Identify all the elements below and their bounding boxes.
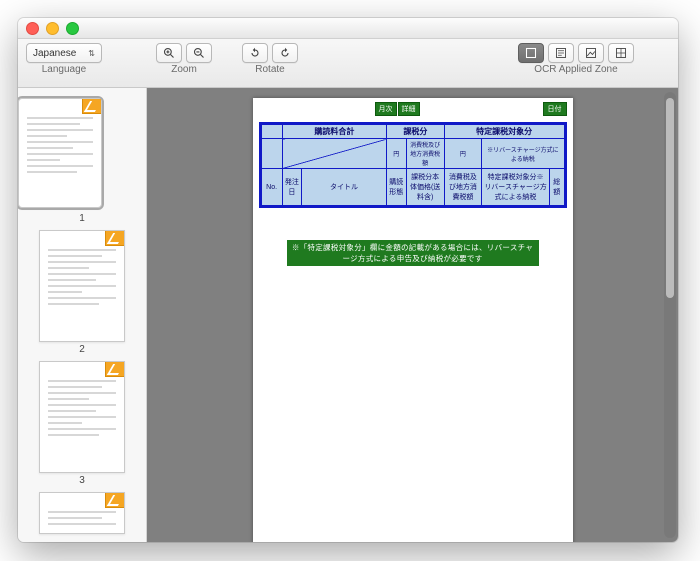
hdr-special: 特定課税対象分 <box>444 125 564 139</box>
doc-table: 購読料合計 課税分 特定課税対象分 円 消費税及び地方消費税額 円 ※リバースチ… <box>259 122 567 208</box>
language-value: Japanese <box>33 48 76 59</box>
ocr-zone-group: OCR Applied Zone <box>518 43 634 75</box>
thumbnail-2-label: 2 <box>18 344 146 355</box>
doc-stamp: 日付 <box>543 102 567 116</box>
chevron-updown-icon: ⇅ <box>88 49 95 58</box>
vertical-scrollbar[interactable] <box>664 92 676 538</box>
col-total: 総額 <box>549 169 564 206</box>
scroll-knob[interactable] <box>666 98 674 298</box>
rotate-cw-icon <box>279 47 291 59</box>
doc-tab-2: 詳細 <box>398 102 420 116</box>
document-page: 月次 詳細 日付 購読料合計 課税分 特定課税対象分 <box>253 98 573 542</box>
ocr-zone-1-button[interactable] <box>518 43 544 63</box>
rotate-caption: Rotate <box>255 64 284 75</box>
zoom-in-icon <box>163 47 175 59</box>
rotate-cw-button[interactable] <box>272 43 298 63</box>
thumbnail-4[interactable] <box>39 492 125 534</box>
edit-badge-icon <box>105 362 124 377</box>
body: 1 2 3 <box>18 88 678 542</box>
ocr-zone-4-button[interactable] <box>608 43 634 63</box>
ocr-caption: OCR Applied Zone <box>534 64 617 75</box>
col-title: タイトル <box>302 169 387 206</box>
col-special: 特定課税対象分※リバースチャージ方式による納税 <box>482 169 550 206</box>
hdr-total: 購読料合計 <box>282 125 386 139</box>
zone-all-icon <box>525 47 537 59</box>
language-caption: Language <box>42 64 87 75</box>
doc-footer-note: ※「特定課税対象分」欄に金額の記載がある場合には、リバースチャージ方式による申告… <box>287 240 539 266</box>
zoom-in-button[interactable] <box>156 43 182 63</box>
titlebar <box>18 18 678 39</box>
edit-badge-icon <box>82 99 101 114</box>
rotate-ccw-button[interactable] <box>242 43 268 63</box>
thumb-preview <box>48 249 116 309</box>
thumbnail-2[interactable] <box>39 230 125 342</box>
edit-badge-icon <box>105 493 124 508</box>
thumb-preview <box>48 380 116 440</box>
col-type: 購読形態 <box>386 169 406 206</box>
page-viewer[interactable]: 月次 詳細 日付 購読料合計 課税分 特定課税対象分 <box>147 88 678 542</box>
zone-text-icon <box>555 47 567 59</box>
rotate-ccw-icon <box>249 47 261 59</box>
ocr-zone-2-button[interactable] <box>548 43 574 63</box>
col-tax: 消費税及び地方消費税額 <box>444 169 481 206</box>
thumbnail-3[interactable] <box>39 361 125 473</box>
doc-tab-1: 月次 <box>375 102 397 116</box>
col-price: 課税分本体価格(送料含) <box>406 169 444 206</box>
close-icon[interactable] <box>26 22 39 35</box>
thumbnail-1-label: 1 <box>18 213 146 224</box>
thumbnail-3-label: 3 <box>18 475 146 486</box>
unit-2: 円 <box>444 139 481 169</box>
app-window: Japanese ⇅ Language Zoom <box>18 18 678 542</box>
zoom-caption: Zoom <box>171 64 197 75</box>
zoom-group: Zoom <box>156 43 212 75</box>
maximize-icon[interactable] <box>66 22 79 35</box>
hdr-sub1: 消費税及び地方消費税額 <box>406 139 444 169</box>
unit-1: 円 <box>386 139 406 169</box>
doc-tabs: 月次 詳細 <box>375 102 420 116</box>
edit-badge-icon <box>105 231 124 246</box>
hdr-sub2: ※リバースチャージ方式による納税 <box>482 139 564 169</box>
hdr-tax: 課税分 <box>386 125 444 139</box>
col-date: 発注日 <box>282 169 301 206</box>
thumbnail-sidebar[interactable]: 1 2 3 <box>18 88 147 542</box>
zone-image-icon <box>585 47 597 59</box>
toolbar: Japanese ⇅ Language Zoom <box>18 39 678 88</box>
thumbnail-1[interactable] <box>18 98 102 208</box>
thumb-preview <box>48 511 116 529</box>
col-no: No. <box>261 169 282 206</box>
zoom-out-button[interactable] <box>186 43 212 63</box>
language-select[interactable]: Japanese ⇅ <box>26 43 102 63</box>
rotate-group: Rotate <box>242 43 298 75</box>
zone-table-icon <box>615 47 627 59</box>
minimize-icon[interactable] <box>46 22 59 35</box>
thumb-preview <box>27 117 93 177</box>
ocr-zone-3-button[interactable] <box>578 43 604 63</box>
zoom-out-icon <box>193 47 205 59</box>
language-group: Japanese ⇅ Language <box>26 43 102 75</box>
